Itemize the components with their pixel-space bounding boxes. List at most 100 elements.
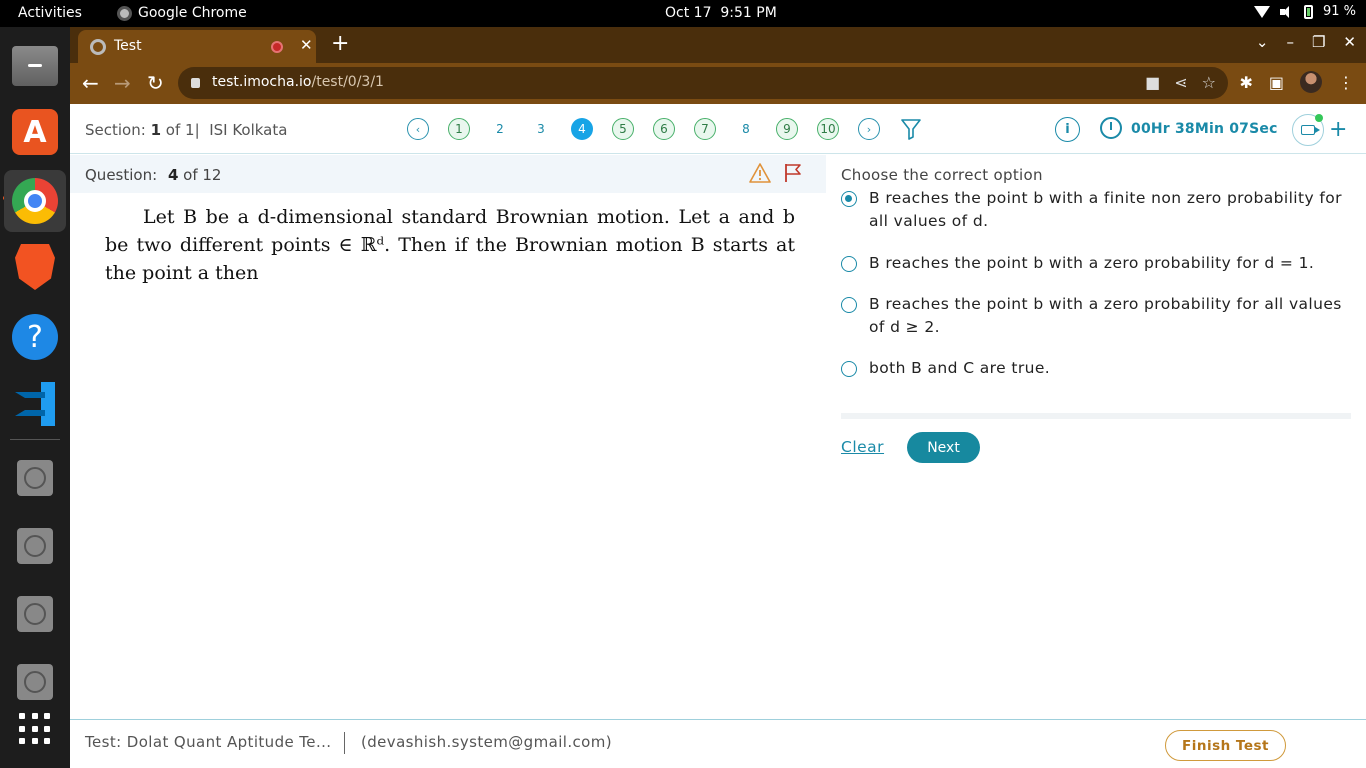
system-tray[interactable]: 91 % [1253, 4, 1356, 19]
camera-in-use-icon[interactable]: ■ [1145, 73, 1160, 92]
restore-icon[interactable]: ❐ [1312, 33, 1325, 51]
menu-icon[interactable]: ⋮ [1338, 73, 1354, 92]
option-d[interactable]: both B and C are true. [841, 357, 1353, 380]
volume-icon [1279, 5, 1294, 18]
wifi-icon [1253, 5, 1270, 18]
question-nav-6[interactable]: 6 [653, 118, 675, 140]
close-tab-icon[interactable]: ✕ [300, 36, 313, 54]
clear-button[interactable]: Clear [841, 438, 884, 456]
radio-button[interactable] [841, 361, 857, 377]
activities-button[interactable]: Activities [18, 5, 82, 21]
question-nav-9[interactable]: 9 [776, 118, 798, 140]
option-c[interactable]: B reaches the point b with a zero probab… [841, 293, 1353, 339]
close-window-icon[interactable]: ✕ [1343, 33, 1356, 51]
report-warning-icon[interactable] [749, 163, 771, 183]
lock-icon [191, 78, 200, 88]
forward-icon[interactable]: → [114, 71, 131, 95]
question-nav-3[interactable]: 3 [530, 118, 552, 140]
chrome-icon [117, 5, 132, 21]
question-nav-5[interactable]: 5 [612, 118, 634, 140]
camera-live-indicator [1315, 114, 1323, 122]
dock-separator [10, 439, 60, 440]
dock-disk-3[interactable] [10, 589, 60, 639]
help-icon: ? [12, 314, 58, 360]
question-nav-7[interactable]: 7 [694, 118, 716, 140]
new-tab-button[interactable]: + [331, 31, 349, 56]
option-text: both B and C are true. [869, 359, 1051, 377]
disk-icon [17, 596, 53, 632]
tab-search-icon[interactable]: ⌄ [1256, 33, 1269, 51]
vscode-icon [13, 382, 57, 426]
dock-chrome[interactable] [4, 170, 66, 232]
radio-button[interactable] [841, 191, 857, 207]
prev-questions-icon[interactable]: ‹ [407, 118, 429, 140]
question-text: Let B be a d-dimensional standard Browni… [105, 206, 795, 284]
option-text: B reaches the point b with a zero probab… [869, 295, 1342, 336]
side-panel-icon[interactable]: ▣ [1269, 73, 1284, 92]
window-controls: ⌄ – ❐ ✕ [1256, 33, 1356, 51]
test-name: Test: Dolat Quant Aptitude Te... [85, 733, 332, 751]
dock-files[interactable] [10, 41, 60, 91]
question-panel: Question: 4 of 12 Let B be a d-dimension… [70, 155, 826, 720]
candidate-email: (devashish.system@gmail.com) [361, 733, 612, 751]
question-navigator: ‹ 1 2 3 4 5 6 7 8 9 10 › [407, 118, 899, 140]
filter-icon[interactable] [900, 118, 922, 140]
next-button[interactable]: Next [907, 432, 980, 463]
question-nav-1[interactable]: 1 [448, 118, 470, 140]
loading-icon [90, 39, 106, 55]
radio-button[interactable] [841, 297, 857, 313]
browser-toolbar: ← → ↻ test.imocha.io/test/0/3/1 ■ ⋖ ☆ ✱ … [70, 63, 1366, 104]
show-apps-button[interactable] [10, 704, 60, 754]
share-icon[interactable]: ⋖ [1174, 73, 1187, 92]
recording-icon [271, 41, 283, 53]
dock-disk-2[interactable] [10, 521, 60, 571]
tab-strip: Test ✕ + ⌄ – ❐ ✕ [70, 27, 1366, 63]
flag-icon[interactable] [784, 163, 802, 183]
dock: A ? [0, 27, 70, 768]
extensions-icon[interactable]: ✱ [1239, 73, 1252, 92]
next-questions-icon[interactable]: › [858, 118, 880, 140]
page-content: Section: 1 of 1| ISI Kolkata ‹ 123456789… [70, 104, 1366, 768]
radio-button[interactable] [841, 256, 857, 272]
battery-icon [1303, 4, 1313, 19]
add-icon[interactable]: + [1329, 117, 1347, 142]
dock-app-center[interactable]: A [10, 107, 60, 157]
option-b[interactable]: B reaches the point b with a zero probab… [841, 252, 1353, 275]
show-apps-icon [19, 713, 51, 745]
time-remaining: 00Hr 38Min 07Sec [1131, 121, 1278, 137]
question-nav-2[interactable]: 2 [489, 118, 511, 140]
profile-avatar[interactable] [1300, 71, 1322, 93]
battery-percent: 91 % [1322, 4, 1356, 19]
clock[interactable]: Oct 17 9:51 PM [665, 5, 777, 21]
info-icon[interactable]: i [1055, 117, 1080, 142]
disk-icon [17, 664, 53, 700]
section-info: Section: 1 of 1| ISI Kolkata [85, 121, 288, 139]
address-bar[interactable]: test.imocha.io/test/0/3/1 ■ ⋖ ☆ [178, 67, 1228, 99]
option-a[interactable]: B reaches the point b with a finite non … [841, 187, 1353, 233]
section-name: ISI Kolkata [209, 121, 288, 139]
dock-vscode[interactable] [10, 379, 60, 429]
tab-test[interactable]: Test ✕ [78, 30, 316, 63]
options-title: Choose the correct option [841, 166, 1043, 184]
disk-icon [17, 460, 53, 496]
question-header: Question: 4 of 12 [70, 155, 826, 193]
dock-disk-4[interactable] [10, 657, 60, 707]
reload-icon[interactable]: ↻ [147, 71, 164, 95]
question-counter: Question: 4 of 12 [85, 166, 222, 184]
footer: Test: Dolat Quant Aptitude Te... (devash… [70, 719, 1366, 768]
question-nav-4[interactable]: 4 [571, 118, 593, 140]
bookmark-star-icon[interactable]: ☆ [1202, 73, 1216, 92]
question-nav-8[interactable]: 8 [735, 118, 757, 140]
finish-test-button[interactable]: Finish Test [1165, 730, 1286, 761]
dock-brave[interactable] [10, 242, 60, 292]
app-name: Google Chrome [138, 5, 247, 21]
options-divider [841, 413, 1351, 419]
question-nav-10[interactable]: 10 [817, 118, 839, 140]
dock-help[interactable]: ? [10, 312, 60, 362]
minimize-icon[interactable]: – [1286, 33, 1294, 51]
app-menu[interactable]: Google Chrome [117, 5, 247, 21]
stopwatch-icon [1100, 117, 1122, 139]
disk-icon [17, 528, 53, 564]
back-icon[interactable]: ← [82, 71, 99, 95]
dock-disk-1[interactable] [10, 453, 60, 503]
